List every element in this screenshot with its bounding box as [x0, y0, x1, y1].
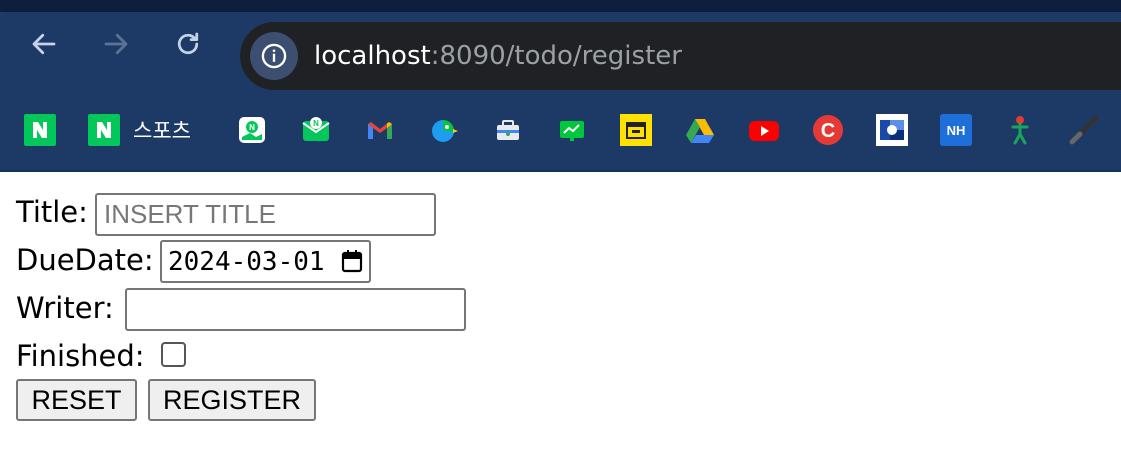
reload-button[interactable] [170, 26, 206, 62]
writer-label: Writer: [16, 291, 114, 325]
url-text[interactable]: localhost:8090/todo/register [314, 40, 682, 72]
naver-icon [24, 114, 56, 146]
blue-logo-icon [876, 114, 908, 146]
address-bar[interactable]: localhost:8090/todo/register [240, 22, 1121, 90]
gmail-icon [364, 114, 396, 146]
figure-icon [1004, 114, 1036, 146]
bookmark-red-c[interactable]: C [812, 113, 844, 147]
green-board-icon [556, 114, 588, 146]
naver-mail-icon: N [300, 114, 332, 146]
bookmark-naver-sports[interactable]: 스포츠 [88, 113, 191, 147]
bookmark-blue-logo[interactable] [876, 113, 908, 147]
bookmark-nh[interactable]: NH [940, 113, 972, 147]
back-button[interactable] [26, 26, 62, 62]
svg-text:N: N [313, 119, 319, 128]
bookmark-gmail[interactable] [364, 113, 396, 147]
reset-button[interactable]: RESET [16, 379, 137, 421]
naver-icon [88, 114, 120, 146]
duedate-value: 2024-03-01 [168, 246, 325, 277]
title-label: Title: [16, 195, 88, 229]
yellow-box-icon [620, 114, 652, 146]
site-info-button[interactable] [250, 32, 298, 80]
bookmark-youtube[interactable] [748, 113, 780, 147]
papago-icon [428, 114, 460, 146]
svg-text:C: C [821, 120, 835, 142]
finished-label: Finished: [16, 339, 145, 373]
dark-slash-icon [1068, 114, 1100, 146]
bookmark-toolbox[interactable] [492, 113, 524, 147]
svg-text:NH: NH [947, 123, 966, 138]
bookmark-figure[interactable] [1004, 113, 1036, 147]
bookmark-label: 스포츠 [133, 119, 191, 143]
bookmark-dark-slash[interactable] [1068, 113, 1100, 147]
duedate-label: DueDate: [16, 243, 154, 277]
toolbox-icon [492, 114, 524, 146]
title-input[interactable] [95, 193, 436, 236]
duedate-input[interactable]: 2024-03-01 [160, 240, 371, 283]
svg-text:N: N [249, 123, 255, 132]
url-path: :8090/todo/register [430, 41, 682, 71]
bookmark-naver[interactable] [24, 113, 56, 147]
toolbar-divider [0, 170, 1121, 172]
finished-checkbox[interactable] [161, 342, 186, 367]
nh-icon: NH [940, 114, 972, 146]
bookmark-papago[interactable] [428, 113, 460, 147]
forward-button[interactable] [98, 26, 134, 62]
bookmark-naver-map[interactable]: N [236, 113, 268, 147]
calendar-icon[interactable] [341, 249, 363, 273]
url-host: localhost [314, 41, 431, 71]
youtube-icon [748, 114, 780, 146]
bookmark-google-drive[interactable] [684, 113, 716, 147]
tab-strip [0, 0, 1121, 12]
bookmark-green-board[interactable] [556, 113, 588, 147]
info-icon [261, 43, 287, 69]
bookmark-naver-mail[interactable]: N [300, 113, 332, 147]
register-button[interactable]: REGISTER [148, 379, 316, 421]
google-drive-icon [684, 114, 716, 146]
arrow-right-icon [104, 33, 128, 55]
arrow-left-icon [32, 33, 56, 55]
browser-chrome: localhost:8090/todo/register 스포츠 N N C N… [0, 0, 1121, 172]
red-c-icon: C [812, 114, 844, 146]
reload-icon [177, 32, 199, 55]
naver-map-icon: N [236, 114, 268, 146]
writer-input[interactable] [125, 288, 466, 331]
bookmark-yellow-box[interactable] [620, 113, 652, 147]
